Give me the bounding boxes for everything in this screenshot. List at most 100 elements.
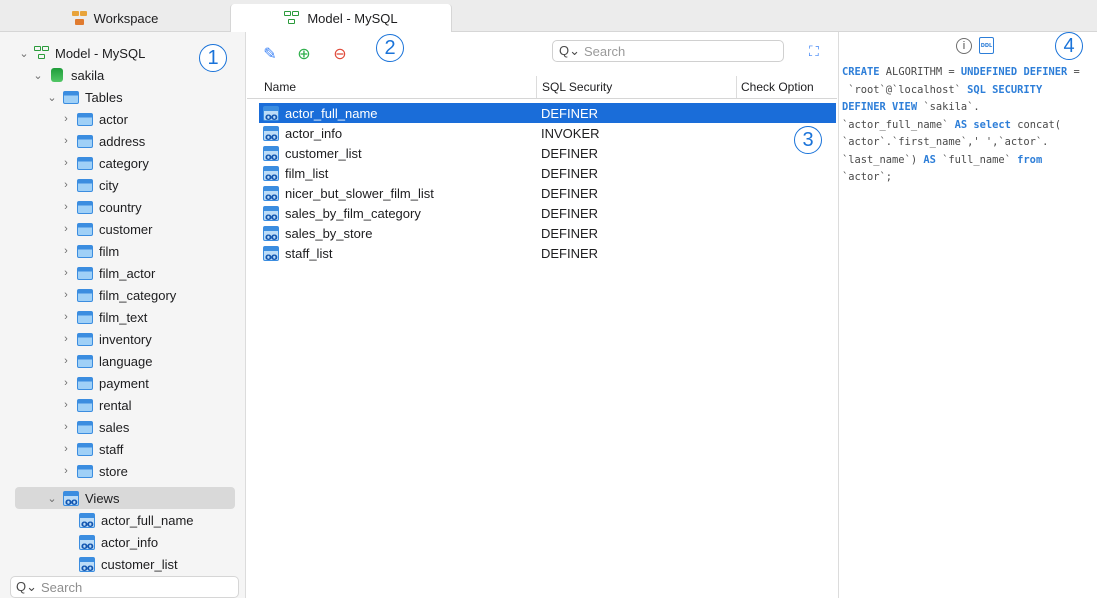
chevron-down-icon[interactable]: ⌄ <box>18 47 30 60</box>
tree-item-view[interactable]: customer_list <box>0 553 245 575</box>
callout-2: 2 <box>376 34 404 62</box>
sidebar-search-input[interactable]: Q⌄ Search <box>10 576 239 598</box>
tree-item-table[interactable]: › film <box>0 240 245 262</box>
tree-item-label: staff <box>99 441 124 457</box>
sql-text: `last_name`) <box>842 153 924 166</box>
sql-keyword: select <box>973 118 1011 131</box>
chevron-right-icon[interactable]: › <box>60 135 72 147</box>
chevron-right-icon[interactable]: › <box>60 267 72 279</box>
tab-model-label: Model - MySQL <box>307 10 398 26</box>
column-separator <box>536 76 537 98</box>
tree-item-table[interactable]: › language <box>0 350 245 372</box>
sql-keyword: DEFINER <box>1023 66 1068 78</box>
tree-item-table[interactable]: › payment <box>0 372 245 394</box>
tree-item-label: film_text <box>99 309 148 325</box>
chevron-right-icon[interactable]: › <box>60 245 72 257</box>
tree-item-label: sakila <box>71 67 105 83</box>
table-icon <box>76 397 94 413</box>
tab-model-mysql[interactable]: Model - MySQL <box>230 4 452 32</box>
chevron-right-icon[interactable]: › <box>60 201 72 213</box>
chevron-right-icon[interactable]: › <box>60 443 72 455</box>
column-header-name[interactable]: Name <box>264 76 296 98</box>
tree-item-table[interactable]: › address <box>0 130 245 152</box>
column-header-check-option[interactable]: Check Option <box>741 76 814 98</box>
chevron-down-icon[interactable]: ⌄ <box>32 69 44 82</box>
chevron-down-icon[interactable]: ⌄ <box>46 492 58 505</box>
view-search-input[interactable]: Q⌄ Search <box>552 40 784 62</box>
tree-item-table[interactable]: › store <box>0 460 245 482</box>
tree-item-table[interactable]: › film_category <box>0 284 245 306</box>
tree-item-table[interactable]: › country <box>0 196 245 218</box>
tree-item-table[interactable]: › film_text <box>0 306 245 328</box>
tree-item-table[interactable]: › inventory <box>0 328 245 350</box>
sql-text: = <box>1067 66 1080 78</box>
tree-item-table[interactable]: › rental <box>0 394 245 416</box>
tree-item-label: actor_info <box>101 534 159 550</box>
chevron-right-icon[interactable]: › <box>60 223 72 235</box>
tree-item-view[interactable]: actor_full_name <box>0 509 245 531</box>
tree-item-table[interactable]: › film_actor <box>0 262 245 284</box>
tree-item-label: film_actor <box>99 265 156 281</box>
views-list-panel: ✎ ⊕ ⊖ Q⌄ Search ⛶ Name SQL Security Chec… <box>247 32 839 598</box>
info-icon[interactable]: i <box>956 38 972 54</box>
tree-item-label: actor_full_name <box>101 512 194 528</box>
tree-item-table[interactable]: › category <box>0 152 245 174</box>
tab-bar: Workspace Model - MySQL <box>0 0 1097 32</box>
table-icon <box>76 265 94 281</box>
chevron-right-icon[interactable]: › <box>60 289 72 301</box>
view-list-row[interactable]: customer_list DEFINER <box>259 143 836 163</box>
chevron-right-icon[interactable]: › <box>60 157 72 169</box>
tree-item-tables[interactable]: ⌄ Tables <box>0 86 245 108</box>
ddl-icon[interactable]: DDL <box>979 37 994 54</box>
sql-text: `actor`.`first_name`,' ',`actor`. <box>842 136 1049 148</box>
tree-item-table[interactable]: › city <box>0 174 245 196</box>
tree-item-table[interactable]: › sales <box>0 416 245 438</box>
chevron-right-icon[interactable]: › <box>60 399 72 411</box>
column-header-sql-security[interactable]: SQL Security <box>542 76 612 98</box>
table-icon <box>76 353 94 369</box>
chevron-right-icon[interactable]: › <box>60 377 72 389</box>
view-list-row[interactable]: nicer_but_slower_film_list DEFINER <box>259 183 836 203</box>
chevron-right-icon[interactable]: › <box>60 465 72 477</box>
view-list-row[interactable]: film_list DEFINER <box>259 163 836 183</box>
sidebar-search-placeholder: Search <box>41 579 83 595</box>
view-name-cell: staff_list <box>285 245 333 261</box>
chevron-right-icon[interactable]: › <box>60 311 72 323</box>
tree-item-table[interactable]: › actor <box>0 108 245 130</box>
table-icon <box>76 375 94 391</box>
table-icon <box>76 155 94 171</box>
tree-item-label: store <box>99 463 128 479</box>
sql-text: `actor_full_name` <box>842 118 955 131</box>
ddl-code-view[interactable]: CREATE ALGORITHM = UNDEFINED DEFINER = `… <box>842 64 1097 187</box>
chevron-right-icon[interactable]: › <box>60 355 72 367</box>
chevron-right-icon[interactable]: › <box>60 333 72 345</box>
expand-icon[interactable]: ⛶ <box>809 43 825 59</box>
view-name-cell: film_list <box>285 165 329 181</box>
view-list-row[interactable]: sales_by_store DEFINER <box>259 223 836 243</box>
tree-item-table[interactable]: › customer <box>0 218 245 240</box>
plus-circle-icon[interactable]: ⊕ <box>295 45 313 63</box>
view-list-row[interactable]: actor_full_name DEFINER <box>259 103 836 123</box>
view-icon <box>78 512 96 530</box>
tree-item-view[interactable]: actor_info <box>0 531 245 553</box>
chevron-right-icon[interactable]: › <box>60 179 72 191</box>
callout-3: 3 <box>794 126 822 154</box>
tree-item-table[interactable]: › staff <box>0 438 245 460</box>
chevron-down-icon[interactable]: ⌄ <box>46 91 58 104</box>
minus-circle-icon[interactable]: ⊖ <box>331 45 349 63</box>
sql-security-cell: DEFINER <box>541 185 599 201</box>
table-icon <box>76 331 94 347</box>
view-list-row[interactable]: staff_list DEFINER <box>259 243 836 263</box>
tree-item-label: Tables <box>85 89 123 105</box>
sql-keyword: CREATE <box>842 66 880 78</box>
view-list-row[interactable]: actor_info INVOKER <box>259 123 836 143</box>
tab-workspace[interactable]: Workspace <box>0 4 230 32</box>
search-icon: Q⌄ <box>16 579 38 594</box>
chevron-right-icon[interactable]: › <box>60 421 72 433</box>
tree-item-views[interactable]: ⌄ Views <box>15 487 235 509</box>
view-list-row[interactable]: sales_by_film_category DEFINER <box>259 203 836 223</box>
pencil-icon[interactable]: ✎ <box>261 45 279 63</box>
tree-item-label: actor <box>99 111 128 127</box>
chevron-right-icon[interactable]: › <box>60 113 72 125</box>
header-divider <box>247 98 837 99</box>
